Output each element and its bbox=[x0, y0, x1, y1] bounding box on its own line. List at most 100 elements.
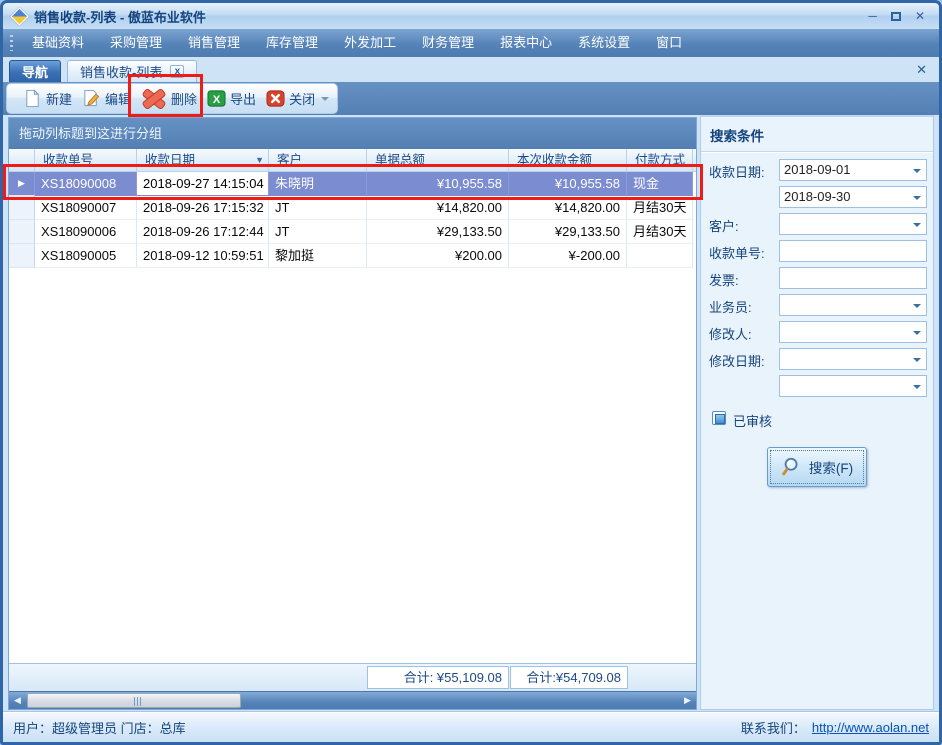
cell-1-4[interactable]: ¥14,820.00 bbox=[509, 196, 627, 220]
magnifier-icon bbox=[781, 456, 803, 478]
combo-5[interactable] bbox=[779, 294, 927, 316]
table-row-3[interactable]: XS180900052018-09-12 10:59:51黎加挺¥200.00¥… bbox=[9, 244, 696, 268]
cell-3-5[interactable] bbox=[627, 244, 693, 268]
cell-2-2[interactable]: JT bbox=[269, 220, 367, 244]
menu-item-2[interactable]: 销售管理 bbox=[175, 29, 253, 57]
cell-1-5[interactable]: 月结30天 bbox=[627, 196, 693, 220]
cell-2-4[interactable]: ¥29,133.50 bbox=[509, 220, 627, 244]
toolbar: 新建 编辑 删除 bbox=[6, 83, 338, 114]
menu-item-6[interactable]: 报表中心 bbox=[487, 29, 565, 57]
cell-0-4[interactable]: ¥10,955.58 bbox=[509, 172, 627, 196]
scroll-left-icon[interactable]: ◀ bbox=[9, 692, 26, 709]
cell-3-0[interactable]: XS18090005 bbox=[35, 244, 137, 268]
row-indicator bbox=[9, 196, 35, 220]
cell-1-1[interactable]: 2018-09-26 17:15:32 bbox=[137, 196, 269, 220]
column-header-2[interactable]: 客户 bbox=[269, 149, 367, 171]
chevron-down-icon[interactable] bbox=[913, 331, 921, 335]
chevron-down-icon[interactable] bbox=[913, 196, 921, 200]
field-label-2: 客户: bbox=[709, 216, 739, 235]
search-field-row-0: 收款日期: 2018-09-01 bbox=[701, 157, 933, 184]
cell-0-3[interactable]: ¥10,955.58 bbox=[367, 172, 509, 196]
menu-item-3[interactable]: 库存管理 bbox=[253, 29, 331, 57]
minimize-button[interactable]: ─ bbox=[868, 10, 877, 22]
edit-pencil-icon bbox=[82, 89, 101, 108]
cell-3-1[interactable]: 2018-09-12 10:59:51 bbox=[137, 244, 269, 268]
close-window-button[interactable]: ✕ bbox=[915, 10, 925, 22]
cell-2-0[interactable]: XS18090006 bbox=[35, 220, 137, 244]
combo-6[interactable] bbox=[779, 321, 927, 343]
column-header-1[interactable]: 收款日期▼ bbox=[137, 149, 269, 171]
input-3[interactable] bbox=[779, 240, 927, 262]
app-window: 销售收款-列表 - 傲蓝布业软件 ─ ✕ 基础资料采购管理销售管理库存管理外发加… bbox=[0, 0, 942, 745]
menu-item-8[interactable]: 窗口 bbox=[643, 29, 695, 57]
table-row-0[interactable]: ▶XS180900082018-09-27 14:15:04朱晓明¥10,955… bbox=[9, 172, 696, 196]
tab-navigation[interactable]: 导航 bbox=[9, 60, 61, 82]
order-total-box: 合计: ¥55,109.08 bbox=[367, 666, 509, 689]
cell-1-3[interactable]: ¥14,820.00 bbox=[367, 196, 509, 220]
column-header-5[interactable]: 付款方式 bbox=[627, 149, 693, 171]
chevron-down-icon[interactable] bbox=[913, 385, 921, 389]
group-by-panel[interactable]: 拖动列标题到这进行分组 bbox=[9, 118, 696, 149]
field-label-0: 收款日期: bbox=[709, 162, 765, 181]
scroll-right-icon[interactable]: ▶ bbox=[679, 692, 696, 709]
combo-8[interactable] bbox=[779, 375, 927, 397]
new-document-icon bbox=[23, 89, 42, 108]
menu-item-5[interactable]: 财务管理 bbox=[409, 29, 487, 57]
tab-close-icon[interactable]: x bbox=[170, 65, 184, 78]
search-button[interactable]: 搜索(F) bbox=[767, 447, 867, 487]
cell-0-1[interactable]: 2018-09-27 14:15:04 bbox=[137, 172, 269, 196]
menu-item-7[interactable]: 系统设置 bbox=[565, 29, 643, 57]
combo-0[interactable]: 2018-09-01 bbox=[779, 159, 927, 181]
chevron-down-icon[interactable] bbox=[913, 304, 921, 308]
table-row-2[interactable]: XS180900062018-09-26 17:12:44JT¥29,133.5… bbox=[9, 220, 696, 244]
cell-3-2[interactable]: 黎加挺 bbox=[269, 244, 367, 268]
cell-2-3[interactable]: ¥29,133.50 bbox=[367, 220, 509, 244]
field-value-0: 2018-09-01 bbox=[784, 162, 851, 177]
edit-button[interactable]: 编辑 bbox=[77, 87, 136, 110]
field-label-3: 收款单号: bbox=[709, 243, 765, 262]
combo-2[interactable] bbox=[779, 213, 927, 235]
cell-2-5[interactable]: 月结30天 bbox=[627, 220, 693, 244]
cell-0-0[interactable]: XS18090008 bbox=[35, 172, 137, 196]
input-4[interactable] bbox=[779, 267, 927, 289]
cell-1-2[interactable]: JT bbox=[269, 196, 367, 220]
cell-3-4[interactable]: ¥-200.00 bbox=[509, 244, 627, 268]
cell-0-2[interactable]: 朱晓明 bbox=[269, 172, 367, 196]
table-row-1[interactable]: XS180900072018-09-26 17:15:32JT¥14,820.0… bbox=[9, 196, 696, 220]
column-header-4[interactable]: 本次收款金额 bbox=[509, 149, 627, 171]
horizontal-scrollbar[interactable]: ◀ ▶ bbox=[9, 691, 696, 709]
column-header-3[interactable]: 单据总额 bbox=[367, 149, 509, 171]
status-contact: 联系我们： http://www.aolan.net bbox=[741, 718, 929, 737]
delete-button[interactable]: 删除 bbox=[136, 86, 202, 112]
grid-rows: ▶XS180900082018-09-27 14:15:04朱晓明¥10,955… bbox=[9, 172, 696, 268]
new-button[interactable]: 新建 bbox=[18, 87, 77, 110]
tab-sales-receipt-list[interactable]: 销售收款-列表 x bbox=[67, 60, 197, 82]
field-label-5: 业务员: bbox=[709, 297, 752, 316]
column-header-0[interactable]: 收款单号 bbox=[35, 149, 137, 171]
contact-label: 联系我们： bbox=[741, 718, 806, 737]
combo-7[interactable] bbox=[779, 348, 927, 370]
close-button[interactable]: 关闭 bbox=[261, 87, 334, 110]
menu-item-0[interactable]: 基础资料 bbox=[19, 29, 97, 57]
chevron-down-icon[interactable] bbox=[913, 358, 921, 362]
cell-2-1[interactable]: 2018-09-26 17:12:44 bbox=[137, 220, 269, 244]
row-indicator-header bbox=[9, 149, 35, 171]
audited-checkbox[interactable] bbox=[712, 411, 726, 425]
maximize-button[interactable] bbox=[891, 12, 901, 21]
chevron-down-icon[interactable] bbox=[913, 169, 921, 173]
toolbar-row: 新建 编辑 删除 bbox=[3, 82, 939, 115]
scrollbar-thumb[interactable] bbox=[27, 693, 241, 708]
close-dropdown-caret-icon[interactable] bbox=[321, 97, 329, 101]
menubar-grip[interactable] bbox=[10, 35, 13, 51]
menu-item-1[interactable]: 采购管理 bbox=[97, 29, 175, 57]
menu-item-4[interactable]: 外发加工 bbox=[331, 29, 409, 57]
cell-0-5[interactable]: 现金 bbox=[627, 172, 693, 196]
combo-1[interactable]: 2018-09-30 bbox=[779, 186, 927, 208]
cell-1-0[interactable]: XS18090007 bbox=[35, 196, 137, 220]
cell-3-3[interactable]: ¥200.00 bbox=[367, 244, 509, 268]
chevron-down-icon[interactable] bbox=[913, 223, 921, 227]
website-link[interactable]: http://www.aolan.net bbox=[812, 720, 929, 735]
export-button[interactable]: X 导出 bbox=[202, 87, 261, 110]
grid-empty-space bbox=[9, 268, 696, 663]
close-all-tabs-icon[interactable]: ✕ bbox=[916, 62, 927, 78]
